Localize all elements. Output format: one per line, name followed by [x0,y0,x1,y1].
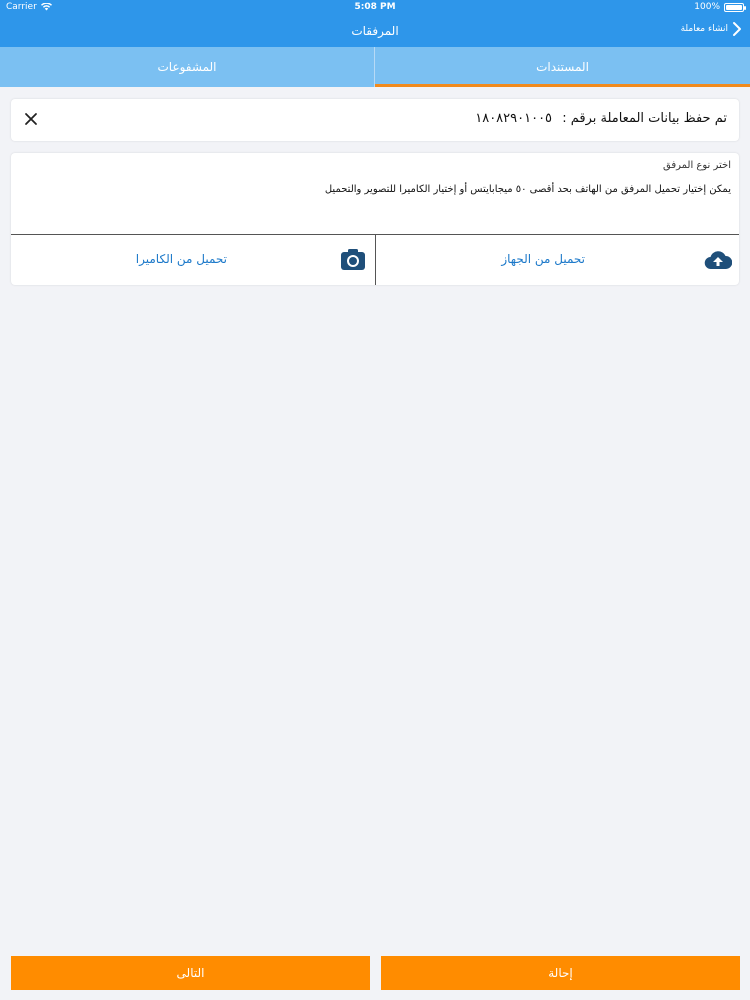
refer-button[interactable]: إحالة [381,956,740,990]
chevron-right-icon [733,22,741,36]
battery-percent: 100% [694,2,720,12]
tab-documents[interactable]: المستندات [375,47,750,87]
upload-from-device-label: تحميل من الجهاز [501,252,585,266]
attachment-card: اختر نوع المرفق يمكن إختيار تحميل المرفق… [11,153,739,285]
page-title: المرفقات [351,24,399,38]
alert-message-text: تم حفظ بيانات المعاملة برقم : [562,111,727,126]
upload-from-camera-label: تحميل من الكاميرا [135,252,227,266]
next-button[interactable]: التالى [11,956,370,990]
close-icon[interactable] [23,111,39,127]
upload-actions: تحميل من الكاميرا تحميل من الجهاز [11,235,739,285]
tab-documents-label: المستندات [536,60,589,74]
transaction-number: ١٨٠٨٢٩٠١٠٠٥ [475,111,553,126]
attachment-type-label[interactable]: اختر نوع المرفق [663,160,731,171]
status-time: 5:08 PM [354,2,396,12]
alert-message: تم حفظ بيانات المعاملة برقم : ١٨٠٨٢٩٠١٠٠… [475,111,727,126]
refer-button-label: إحالة [548,966,573,980]
cloud-upload-icon [704,251,732,270]
battery-icon [724,2,746,12]
back-label: انشاء معاملة [680,24,728,34]
upload-from-device-button[interactable]: تحميل من الجهاز [375,235,739,285]
status-bar: Carrier 5:08 PM 100% [0,0,750,15]
next-button-label: التالى [176,966,205,980]
tab-bar: المشفوعات المستندات [0,47,750,87]
battery-status: 100% [694,2,746,12]
camera-icon [341,249,365,270]
upload-from-camera-button[interactable]: تحميل من الكاميرا [11,235,375,285]
tab-endorsements[interactable]: المشفوعات [0,47,375,87]
save-confirmation-alert: تم حفظ بيانات المعاملة برقم : ١٨٠٨٢٩٠١٠٠… [11,99,739,141]
tab-endorsements-label: المشفوعات [157,60,217,74]
attachment-description: يمكن إختيار تحميل المرفق من الهاتف بحد أ… [324,184,731,195]
back-button[interactable]: انشاء معاملة [681,21,742,37]
navigation-bar: المرفقات انشاء معاملة [0,15,750,47]
